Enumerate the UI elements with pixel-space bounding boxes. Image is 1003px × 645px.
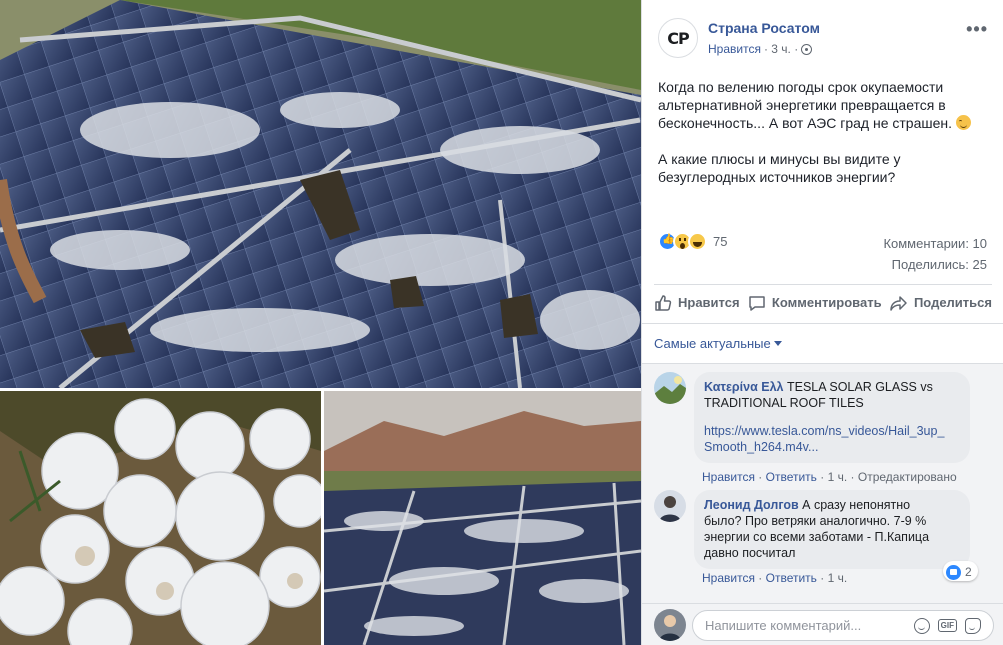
comment-link-line-2: Smooth_h264.m4v... bbox=[704, 440, 819, 454]
photo-collage bbox=[0, 0, 641, 645]
comment-button-label: Комментировать bbox=[771, 295, 882, 310]
comment-icon bbox=[749, 295, 765, 311]
post-text: Когда по велению погоды срок окупаемости… bbox=[658, 78, 988, 204]
like-button[interactable]: Нравится bbox=[654, 294, 740, 312]
sticker-icon[interactable] bbox=[965, 617, 981, 634]
comment-text-line-1: А сразу непонятно bbox=[798, 498, 911, 512]
comment-reply-link[interactable]: Ответить bbox=[766, 470, 817, 484]
like-icon bbox=[655, 294, 672, 311]
comment-input[interactable]: Напишите комментарий... GIF bbox=[692, 610, 994, 641]
comment-time[interactable]: · 1 ч. bbox=[820, 571, 847, 585]
engagement-counts: Комментарии: 10 Поделились: 25 bbox=[883, 233, 987, 275]
comment-sort-selector[interactable]: Самые актуальные bbox=[642, 323, 1003, 363]
comment-author[interactable]: Κατερίνα Ελλ bbox=[704, 380, 784, 394]
reaction-count[interactable]: 75 bbox=[713, 234, 727, 249]
comment-link-line-1: https://www.tesla.com/ns_videos/Hail_3up… bbox=[704, 424, 945, 438]
comment-reaction-count: 2 bbox=[965, 565, 972, 579]
comment-dot: · bbox=[758, 470, 763, 484]
comment-author[interactable]: Леонид Долгов bbox=[704, 498, 799, 512]
comment-time[interactable]: · 1 ч. · bbox=[820, 470, 854, 484]
composer-icons: GIF bbox=[913, 617, 981, 634]
comment-edited[interactable]: Отредактировано bbox=[858, 470, 957, 484]
comment-text-line-4: давно посчитал bbox=[704, 546, 796, 560]
post-paragraph-2: А какие плюсы и минусы вы видите у безуг… bbox=[658, 151, 901, 185]
photo-hailstones[interactable] bbox=[0, 391, 321, 645]
post-paragraph-1-text: Когда по велению погоды срок окупаемости… bbox=[658, 79, 952, 131]
post-time[interactable]: · 3 ч. · bbox=[764, 42, 798, 56]
comment-composer: Напишите комментарий... GIF bbox=[642, 603, 1003, 645]
shares-count[interactable]: Поделились: 25 bbox=[883, 254, 987, 275]
gif-icon[interactable]: GIF bbox=[937, 619, 957, 632]
comment-like-link[interactable]: Нравится bbox=[702, 571, 755, 585]
comment-like-link[interactable]: Нравится bbox=[702, 470, 755, 484]
post-paragraph-1: Когда по велению погоды срок окупаемости… bbox=[658, 78, 988, 132]
comments-count[interactable]: Комментарии: 10 bbox=[883, 233, 987, 254]
user-avatar[interactable] bbox=[654, 609, 686, 641]
like-reaction-icon bbox=[946, 564, 961, 580]
post-panel: CP Страна Росатом Нравится · 3 ч. · ••• … bbox=[641, 0, 1003, 645]
comment-text-line-2: было? Про ветряки аналогично. 7-9 % bbox=[704, 514, 927, 528]
comment-reaction-badge[interactable]: 2 bbox=[943, 561, 978, 581]
photo-solar-field[interactable] bbox=[324, 391, 641, 645]
comment-dot: · bbox=[758, 571, 763, 585]
photo-damaged-solar-panels[interactable] bbox=[0, 0, 641, 388]
caret-down-icon bbox=[773, 341, 782, 346]
comment-bubble: Леонид Долгов А сразу непонятно было? Пр… bbox=[694, 490, 970, 569]
page-avatar-logo: CP bbox=[667, 28, 689, 48]
share-button-label: Поделиться bbox=[913, 295, 992, 310]
post-action-bar: Нравится Комментировать Поделиться bbox=[654, 284, 992, 320]
comment-actions: Нравится · Ответить · 1 ч. bbox=[702, 571, 847, 585]
comment-sort-label: Самые актуальные bbox=[654, 336, 771, 351]
wink-emoji-icon bbox=[955, 115, 971, 130]
comment-reply-link[interactable]: Ответить bbox=[766, 571, 817, 585]
haha-reaction-icon bbox=[688, 231, 707, 251]
post-header: CP Страна Росатом Нравится · 3 ч. · ••• bbox=[658, 16, 988, 60]
comment-button[interactable]: Комментировать bbox=[748, 294, 882, 312]
globe-icon bbox=[801, 43, 813, 55]
comment-actions: Нравится · Ответить · 1 ч. · Отредактиро… bbox=[702, 470, 957, 484]
comment-bubble: Κατερίνα Ελλ TESLA SOLAR GLASS vs TRADIT… bbox=[694, 372, 970, 463]
emoji-icon[interactable] bbox=[913, 617, 930, 634]
share-button[interactable]: Поделиться bbox=[890, 294, 992, 312]
comment-link[interactable]: https://www.tesla.com/ns_videos/Hail_3up… bbox=[704, 423, 958, 455]
more-icon[interactable]: ••• bbox=[966, 20, 988, 38]
page-like-link[interactable]: Нравится bbox=[708, 42, 761, 56]
page-avatar[interactable]: CP bbox=[658, 18, 698, 58]
post-meta: Нравится · 3 ч. · bbox=[708, 42, 813, 56]
comments-list: Κατερίνα Ελλ TESLA SOLAR GLASS vs TRADIT… bbox=[642, 363, 1003, 603]
page-name[interactable]: Страна Росатом bbox=[708, 20, 820, 36]
comment-text-line-3: энергии со всеми заботами - П.Капица bbox=[704, 530, 930, 544]
like-button-label: Нравится bbox=[678, 295, 740, 310]
reactions-summary[interactable]: 75 bbox=[658, 231, 727, 251]
commenter-avatar[interactable] bbox=[654, 372, 686, 404]
commenter-avatar[interactable] bbox=[654, 490, 686, 522]
comment-input-placeholder: Напишите комментарий... bbox=[705, 618, 862, 633]
share-icon bbox=[890, 295, 907, 311]
